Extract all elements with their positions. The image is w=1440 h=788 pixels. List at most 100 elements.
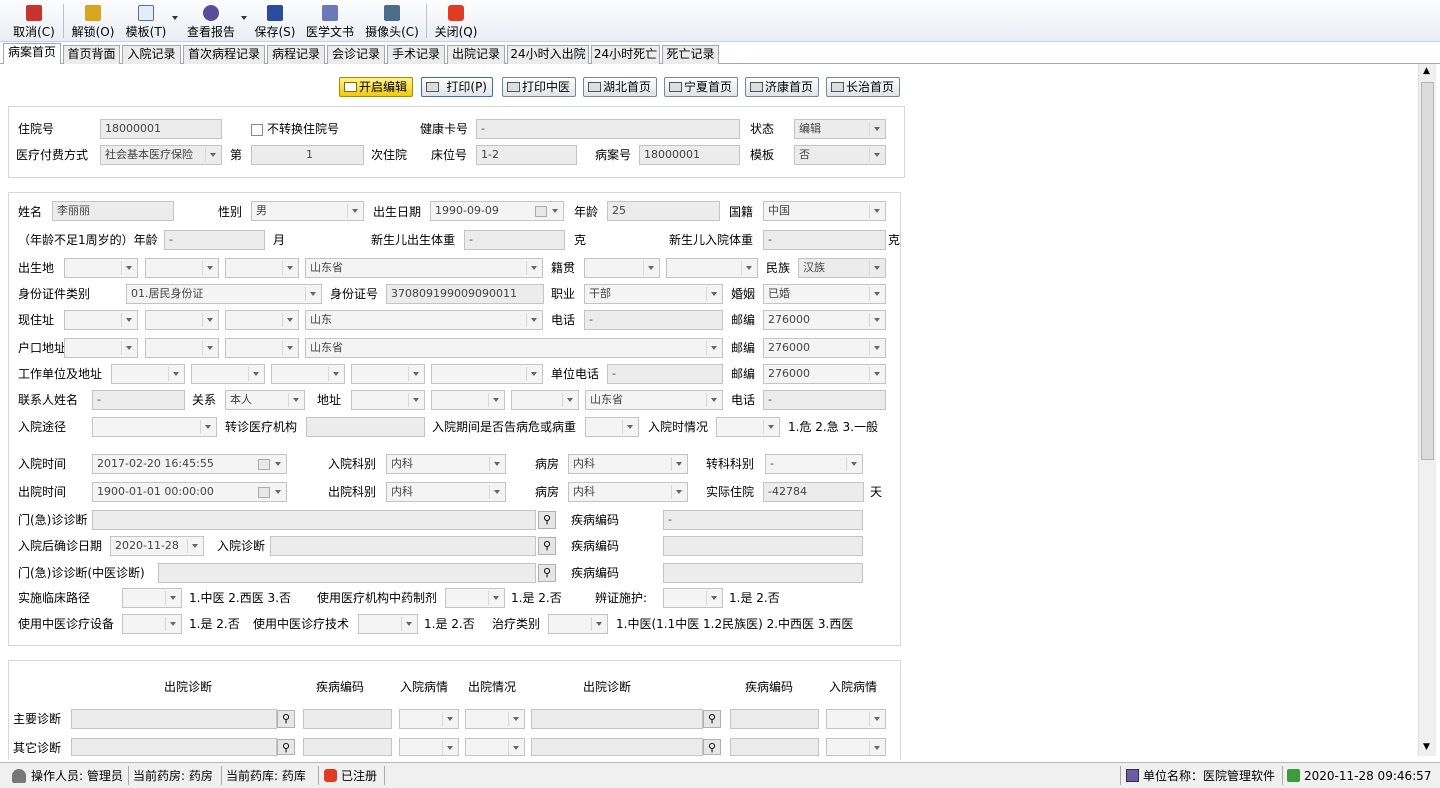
contact-county-select[interactable] [511,390,579,410]
ethnic-select[interactable]: 汉族 [798,258,886,278]
dob-picker[interactable]: 1990-09-09 [430,201,564,221]
cancel-button[interactable]: 取消(C) [12,2,56,40]
id-no-field[interactable]: 370809199009090011 [386,284,544,304]
unlock-button[interactable]: 解锁(O) [70,2,116,40]
search-icon[interactable]: ⚲ [538,511,556,529]
age-field[interactable]: 25 [607,201,720,221]
treat-select[interactable] [548,614,608,634]
search-icon[interactable]: ⚲ [277,710,295,728]
changzhi-home-button[interactable]: 长治首页 [826,77,900,97]
search-icon[interactable]: ⚲ [277,739,295,755]
save-button[interactable]: 保存(S) [254,2,296,40]
name-field[interactable]: 李丽丽 [52,201,174,221]
tech-select[interactable] [358,614,418,634]
admission-no-field[interactable]: 18000001 [100,119,222,139]
medical-doc-button[interactable]: 医学文书 [305,2,355,40]
tab-case-home[interactable]: 病案首页 [3,43,61,64]
health-card-field[interactable]: - [476,119,740,139]
household-city-select[interactable] [145,338,219,358]
tab-24h-admit-discharge[interactable]: 24小时入出院 [507,45,589,64]
tab-first-course[interactable]: 首次病程记录 [183,45,265,64]
search-icon[interactable]: ⚲ [538,537,556,555]
admit-cond-select[interactable] [716,417,780,437]
camera-button[interactable]: 摄像头(C) [365,2,419,40]
critical-select[interactable] [585,417,639,437]
other-code-field[interactable] [303,738,392,756]
enable-edit-button[interactable]: 开启编辑 [339,77,413,97]
search-icon[interactable]: ⚲ [703,739,721,755]
hubei-home-button[interactable]: 湖北首页 [583,77,657,97]
main-discharge-cond-select[interactable] [465,709,525,729]
jikang-home-button[interactable]: 济康首页 [745,77,819,97]
arrow-up-icon[interactable]: ▲ [1423,66,1430,76]
phone-field[interactable]: - [584,310,723,330]
nursing-select[interactable] [663,588,723,608]
job-select[interactable]: 干部 [584,284,723,304]
tab-death[interactable]: 死亡记录 [662,45,719,64]
sex-select[interactable]: 男 [251,201,364,221]
household-province-select[interactable] [64,338,138,358]
id-type-select[interactable]: 01.居民身份证 [126,284,322,304]
work-county-select[interactable] [271,364,345,384]
chevron-down-icon[interactable] [241,16,247,20]
transfer-dept-select[interactable]: - [765,454,863,474]
addr-province-select[interactable] [64,310,138,330]
other-diag-field[interactable] [71,738,277,756]
discharge-time-picker[interactable]: 1900-01-01 00:00:00 [92,482,287,502]
vertical-scrollbar[interactable]: ▲ ▼ [1418,64,1436,756]
record-no-field[interactable]: 18000001 [639,145,740,165]
ningxia-home-button[interactable]: 宁夏首页 [664,77,738,97]
nationality-select[interactable]: 中国 [763,201,886,221]
discharge-dept-select[interactable]: 内科 [386,482,506,502]
bed-field[interactable]: 1-2 [476,145,577,165]
tab-home-back[interactable]: 首页背面 [63,45,120,64]
outpatient-diag-field[interactable] [92,510,536,530]
admit-route-select[interactable] [92,417,217,437]
main-diag-field[interactable] [71,709,277,729]
native-province-select[interactable] [584,258,660,278]
status-select[interactable]: 编辑 [794,119,886,139]
no-convert-checkbox[interactable] [251,124,263,136]
main-admit-cond-select-2[interactable] [826,709,886,729]
other-admit-cond-select-2[interactable] [826,738,886,756]
tab-surgery[interactable]: 手术记录 [387,45,445,64]
relation-select[interactable]: 本人 [225,390,305,410]
transfer-org-field[interactable] [306,417,425,437]
equip-select[interactable] [122,614,182,634]
admit-time-picker[interactable]: 2017-02-20 16:45:55 [92,454,287,474]
search-icon[interactable]: ⚲ [703,710,721,728]
contact-phone-field[interactable]: - [763,390,886,410]
main-code-field[interactable] [303,709,392,729]
marital-select[interactable]: 已婚 [763,284,886,304]
zip-select[interactable]: 276000 [763,364,886,384]
prep-select[interactable] [445,588,505,608]
admit-dept-select[interactable]: 内科 [386,454,506,474]
tab-discharge[interactable]: 出院记录 [447,45,505,64]
ward-select[interactable]: 内科 [568,454,688,474]
work-city-select[interactable] [191,364,265,384]
birth-weight-field[interactable]: - [464,230,565,250]
native-city-select[interactable] [666,258,758,278]
days-field[interactable]: -42784 [763,482,864,502]
contact-field[interactable]: - [92,390,185,410]
tab-24h-death[interactable]: 24小时死亡 [591,45,660,64]
addr-city-select[interactable] [145,310,219,330]
zip-select[interactable]: 276000 [763,310,886,330]
template-select[interactable]: 否 [794,145,886,165]
contact-addr-field[interactable]: 山东省 [585,390,723,410]
other-code-field-2[interactable] [730,738,819,756]
code-field[interactable] [663,536,863,556]
search-icon[interactable]: ⚲ [538,564,556,582]
code-field[interactable] [663,563,863,583]
print-tcm-button[interactable]: 打印中医 [502,77,576,97]
scrollbar-thumb[interactable] [1421,82,1434,460]
tab-admission[interactable]: 入院记录 [122,45,181,64]
work-addr-field[interactable] [431,364,543,384]
other-diag-field-2[interactable] [531,738,703,756]
infant-age-field[interactable]: - [164,230,265,250]
addr-county-select[interactable] [225,310,299,330]
admission-count-field[interactable]: 1 [251,145,364,165]
tcm-diag-field[interactable] [158,563,536,583]
admit-weight-field[interactable]: - [763,230,886,250]
birth-city-select[interactable] [145,258,219,278]
